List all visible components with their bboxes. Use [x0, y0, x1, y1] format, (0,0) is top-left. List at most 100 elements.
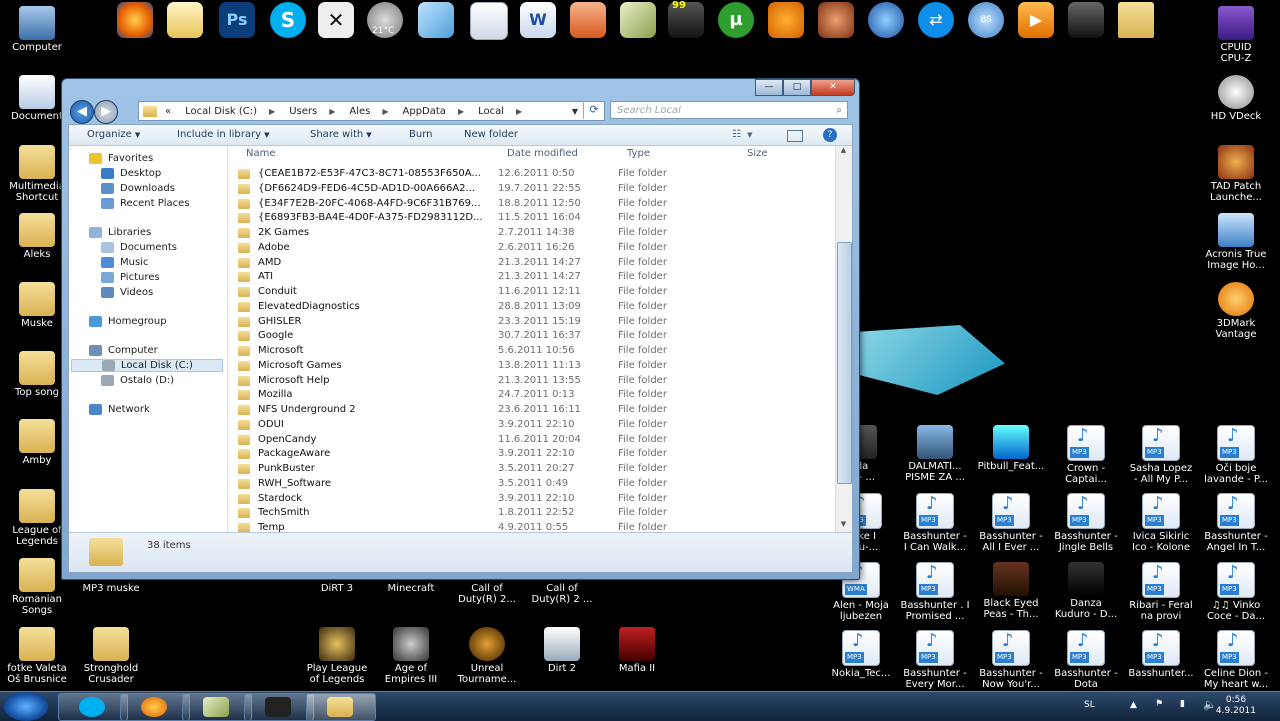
nav-documents[interactable]: Documents [101, 242, 177, 253]
nav-recent-places[interactable]: Recent Places [101, 198, 190, 209]
file-row[interactable]: OpenCandy 11.6.2011 20:04 File folder [238, 434, 828, 448]
desktop-icon-mp3-muske[interactable]: MP3 muske [74, 583, 148, 594]
desktop-icon-mafia[interactable]: Mafia II [600, 627, 674, 674]
desktop-icon-unreal[interactable]: Unreal Tourname... [450, 627, 524, 685]
utorrent-icon[interactable]: µ [718, 2, 754, 38]
bluestacks-icon[interactable]: BS [968, 2, 1004, 38]
breadcrumb-separator-icon[interactable]: ▶ [458, 107, 464, 116]
taskbar-explorer[interactable] [306, 693, 376, 721]
explorer-window[interactable]: — □ ✕ ◀ ▶ « Local Disk (C:) ▶ Users ▶ Al… [61, 78, 860, 580]
search-input[interactable]: Search Local ⌕ [610, 101, 848, 119]
fl-studio-icon[interactable] [768, 2, 804, 38]
mail-icon[interactable] [167, 2, 203, 38]
file-row[interactable]: Google 30.7.2011 16:37 File folder [238, 330, 828, 344]
media-item[interactable]: MP3Basshunter - All I Ever ... [974, 493, 1048, 553]
file-row[interactable]: {E6893FB3-BA4E-4D0F-A375-FD2983112D... 11… [238, 212, 828, 226]
google-earth-icon[interactable] [868, 2, 904, 38]
clock[interactable]: 0:56 4.9.2011 [1216, 695, 1256, 717]
nav-downloads[interactable]: Downloads [101, 183, 175, 194]
back-button[interactable]: ◀ [70, 100, 94, 124]
network-icon[interactable]: ▮ [1180, 699, 1185, 709]
file-row[interactable]: {DF6624D9-FED6-4C5D-AD1D-00A666A2... 19.7… [238, 183, 828, 197]
media-item[interactable]: MP3Ribari - Feral na provi [1124, 562, 1198, 622]
media-item[interactable]: MP3Oči boje lavande - P... [1199, 425, 1273, 485]
glass-icon[interactable] [418, 2, 454, 38]
file-row[interactable]: {E34F7E2B-20FC-4068-A4FD-9C6F31B769... 18… [238, 198, 828, 212]
media-player-icon[interactable]: ▶ [1018, 2, 1054, 38]
refresh-button[interactable]: ⟳ [583, 101, 604, 119]
desktop-icon-minecraft[interactable]: Minecraft [374, 583, 448, 594]
address-bar[interactable]: « Local Disk (C:) ▶ Users ▶ Ales ▶ AppDa… [138, 101, 605, 121]
x-icon[interactable]: ✕ [318, 2, 354, 38]
include-in-library-button[interactable]: Include in library ▼ [177, 129, 269, 140]
desktop-icon-fotke[interactable]: fotke Valeta Oš Brusnice [0, 627, 74, 685]
breadcrumb-appdata[interactable]: AppData [403, 106, 446, 117]
camera-icon[interactable] [1068, 2, 1104, 38]
organize-button[interactable]: Organize ▼ [87, 129, 140, 140]
teamviewer-icon[interactable]: ⇄ [918, 2, 954, 38]
desktop-icon-cod2[interactable]: Call of Duty(R) 2 ... [525, 583, 599, 605]
skype-icon[interactable]: S [270, 2, 306, 38]
desktop-icon-tad-patch[interactable]: TAD Patch Launche... [1199, 145, 1273, 203]
desktop-icon-acronis[interactable]: Acronis True Image Ho... [1199, 213, 1273, 271]
nav-desktop[interactable]: Desktop [101, 168, 161, 179]
share-with-button[interactable]: Share with ▼ [310, 129, 372, 140]
preview-pane-icon[interactable] [787, 130, 803, 142]
file-row[interactable]: TechSmith 1.8.2011 22:52 File folder [238, 507, 828, 521]
media-item[interactable]: MP3Basshunter - I Can Walk... [898, 493, 972, 553]
breadcrumb-overflow[interactable]: « [165, 106, 171, 117]
file-row[interactable]: ODUI 3.9.2011 22:10 File folder [238, 419, 828, 433]
file-row[interactable]: Temp 4.9.2011 0:55 File folder [238, 522, 828, 532]
desktop-icon-dirt2[interactable]: Dirt 2 [525, 627, 599, 674]
media-item[interactable]: MP3Basshunter... [1124, 630, 1198, 679]
close-button[interactable]: ✕ [811, 79, 855, 96]
minimize-button[interactable]: — [755, 79, 783, 96]
tray-expand-icon[interactable]: ▲ [1130, 700, 1137, 710]
desktop-icon-dirt3[interactable]: DiRT 3 [300, 583, 374, 594]
file-row[interactable]: ATI 21.3.2011 14:27 File folder [238, 271, 828, 285]
view-options-icon[interactable]: ☷ ▼ [732, 129, 753, 140]
nav-network[interactable]: Network [89, 404, 150, 415]
scroll-down-icon[interactable]: ▼ [836, 520, 851, 532]
file-row[interactable]: Stardock 3.9.2011 22:10 File folder [238, 493, 828, 507]
taskbar-banknote[interactable] [182, 693, 252, 721]
file-row[interactable]: Microsoft 5.6.2011 10:56 File folder [238, 345, 828, 359]
desktop-icon-computer[interactable]: Computer [0, 6, 74, 53]
breadcrumb-ales[interactable]: Ales [349, 106, 370, 117]
breadcrumb-local-disk[interactable]: Local Disk (C:) [185, 106, 257, 117]
access-icon[interactable] [470, 2, 508, 40]
media-item[interactable]: Black Eyed Peas - Th... [974, 562, 1048, 620]
breadcrumb-separator-icon[interactable]: ▶ [269, 107, 275, 116]
file-row[interactable]: AMD 21.3.2011 14:27 File folder [238, 257, 828, 271]
clipboard-icon[interactable] [570, 2, 606, 38]
file-row[interactable]: Microsoft Help 21.3.2011 13:55 File folder [238, 375, 828, 389]
breadcrumb-separator-icon[interactable]: ▶ [329, 107, 335, 116]
desktop-icon-3dmark[interactable]: 3DMark Vantage [1199, 282, 1273, 340]
file-row[interactable]: Conduit 11.6.2011 12:11 File folder [238, 286, 828, 300]
volume-icon[interactable]: 🔈 [1203, 698, 1217, 711]
maximize-button[interactable]: □ [783, 79, 811, 96]
desktop-icon-cpuz[interactable]: CPUID CPU-Z [1199, 6, 1273, 64]
media-item[interactable]: MP3♫♫ Vinko Coce - Da... [1199, 562, 1273, 622]
forward-button[interactable]: ▶ [94, 100, 118, 124]
folder-icon[interactable] [1118, 2, 1154, 38]
taskbar-skype[interactable] [58, 693, 128, 721]
file-row[interactable]: GHISLER 23.3.2011 15:19 File folder [238, 316, 828, 330]
language-indicator[interactable]: SL [1084, 700, 1095, 710]
scroll-up-icon[interactable]: ▲ [836, 146, 851, 158]
start-button[interactable] [4, 692, 48, 721]
taskbar-firefox[interactable] [120, 693, 190, 721]
media-item[interactable]: MP3Nokia_Tec... [824, 630, 898, 679]
search-icon[interactable]: ⌕ [836, 102, 842, 120]
media-item[interactable]: MP3Basshunter - Jingle Bells [1049, 493, 1123, 553]
media-item[interactable]: MP3Basshunter - Dota [1049, 630, 1123, 690]
media-item[interactable]: MP3Crown - Captai... [1049, 425, 1123, 485]
media-item[interactable]: Pitbull_Feat... [974, 425, 1048, 472]
media-item[interactable]: MP3Basshunter - Every Mor... [898, 630, 972, 690]
desktop-icon-cod1[interactable]: Call of Duty(R) 2... [450, 583, 524, 605]
file-row[interactable]: PunkBuster 3.5.2011 20:27 File folder [238, 463, 828, 477]
firefox-icon[interactable] [117, 2, 153, 38]
media-item[interactable]: MP3Ivica Sikiric Ico - Kolone [1124, 493, 1198, 553]
nav-music[interactable]: Music [101, 257, 148, 268]
desktop-icon-league-play[interactable]: Play League of Legends [300, 627, 374, 685]
